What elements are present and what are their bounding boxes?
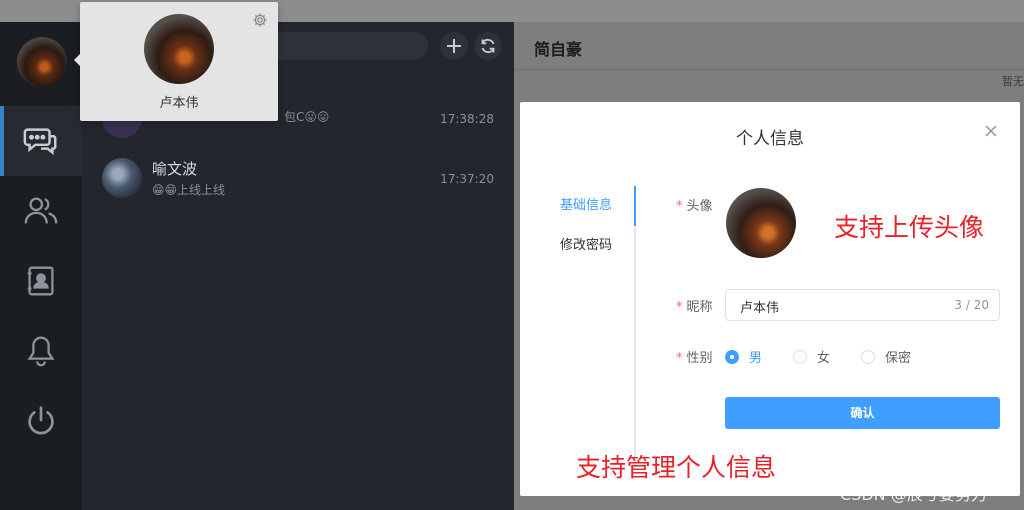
contact-name: 喻文波 xyxy=(152,160,198,178)
nav-rail xyxy=(0,22,82,510)
add-button[interactable] xyxy=(440,32,468,60)
radio-dot xyxy=(861,349,875,364)
empty-hint: 暂无 xyxy=(1002,75,1024,88)
nav-item-notifications[interactable] xyxy=(0,316,82,386)
message-snippet: 😁😁上线上线 xyxy=(152,183,226,197)
popover-avatar xyxy=(144,14,214,84)
profile-dialog: 个人信息 基础信息 修改密码 * 头像 * 昵称 卢本伟 3 / 20 * 性别 男 … xyxy=(520,102,1020,496)
message-snippet: 包C😛😛 xyxy=(284,110,330,124)
tab-basic-info[interactable]: 基础信息 xyxy=(520,186,636,226)
gender-radio-male[interactable]: 男 xyxy=(725,347,762,366)
chat-bubbles-icon xyxy=(23,128,57,155)
chat-header: 简自豪 xyxy=(514,22,1024,70)
message-time: 17:37:20 xyxy=(440,172,494,186)
nickname-input[interactable]: 卢本伟 3 / 20 xyxy=(725,289,1000,321)
nickname-char-count: 3 / 20 xyxy=(954,298,989,312)
list-item[interactable]: 喻文波 😁😁上线上线 17:37:20 xyxy=(82,146,514,206)
watermark: CSDN @辰兮要努力 xyxy=(840,485,987,504)
settings-tabs: 基础信息 修改密码 xyxy=(520,186,636,470)
radio-dot xyxy=(725,349,739,364)
refresh-icon xyxy=(481,38,495,54)
popover-username: 卢本伟 xyxy=(159,96,199,111)
gender-label: * 性别 xyxy=(676,351,713,366)
nav-item-messages[interactable] xyxy=(0,106,82,176)
profile-popover: 卢本伟 xyxy=(74,2,278,121)
contact-avatar xyxy=(102,158,142,198)
gear-icon[interactable] xyxy=(252,12,268,28)
users-icon xyxy=(24,197,58,224)
message-time: 17:38:28 xyxy=(440,112,494,126)
dialog-title: 个人信息 xyxy=(736,129,804,149)
user-avatar[interactable] xyxy=(17,37,67,87)
gender-radio-female[interactable]: 女 xyxy=(793,347,830,366)
nav-item-logout[interactable] xyxy=(0,386,82,456)
annotation-upload-avatar: 支持上传头像 xyxy=(834,213,985,242)
refresh-button[interactable] xyxy=(474,32,502,60)
avatar-label: * 头像 xyxy=(676,199,713,214)
annotation-manage-info: 支持管理个人信息 xyxy=(576,453,777,482)
chat-title: 简自豪 xyxy=(534,40,583,59)
radio-dot xyxy=(793,349,807,364)
tab-change-password[interactable]: 修改密码 xyxy=(520,226,636,266)
close-icon[interactable] xyxy=(984,124,998,138)
bell-icon xyxy=(27,336,55,367)
power-icon xyxy=(28,406,54,435)
nav-item-friends[interactable] xyxy=(0,176,82,246)
plus-icon xyxy=(447,39,461,53)
confirm-button[interactable]: 确认 xyxy=(725,397,1000,429)
active-tab-indicator xyxy=(634,186,636,226)
nickname-label: * 昵称 xyxy=(676,300,713,315)
avatar-upload[interactable] xyxy=(726,188,796,258)
contact-book-icon xyxy=(27,266,54,296)
nickname-value: 卢本伟 xyxy=(740,301,780,316)
nav-item-contacts[interactable] xyxy=(0,246,82,316)
gender-radio-secret[interactable]: 保密 xyxy=(861,347,911,366)
